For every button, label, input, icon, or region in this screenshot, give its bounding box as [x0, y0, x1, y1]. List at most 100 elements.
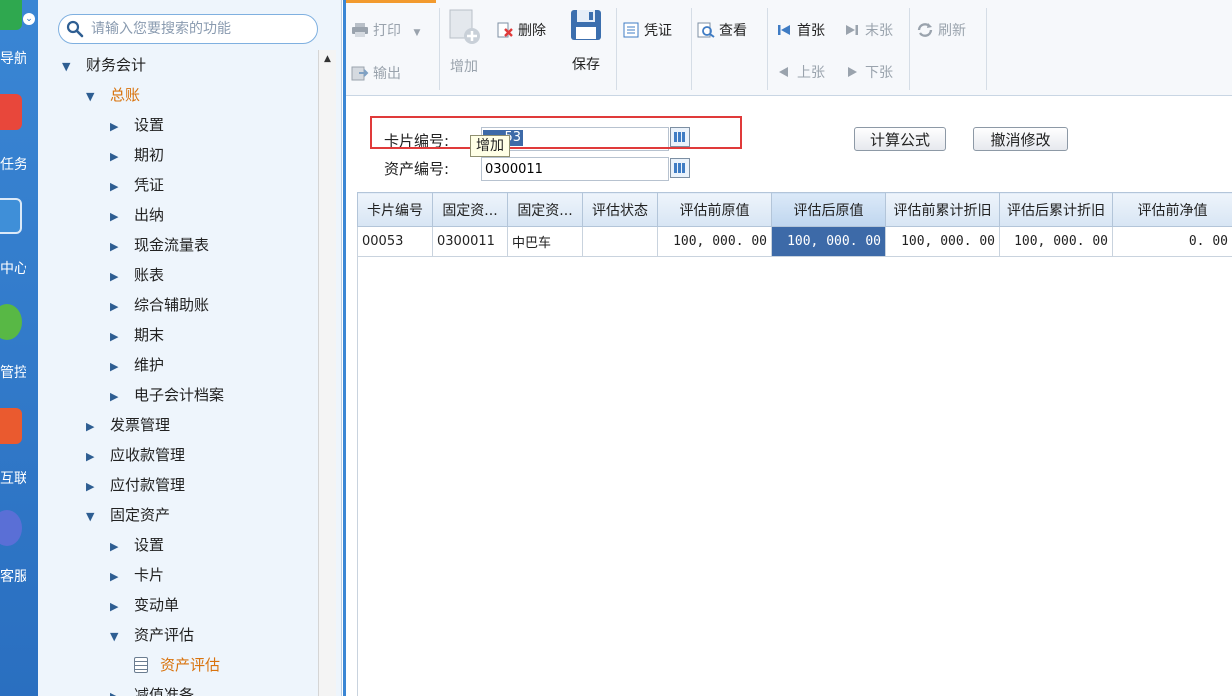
tree-scrollbar[interactable]: ▲ [318, 50, 336, 696]
table-cell[interactable]: 0. 00 [1112, 226, 1232, 257]
previous-record-button[interactable]: 上张 [775, 61, 825, 85]
chevron-right-icon[interactable]: ▶ [86, 442, 102, 472]
column-header[interactable]: 评估前原值 [657, 192, 772, 227]
column-header[interactable]: 固定资... [432, 192, 508, 227]
last-record-button[interactable]: 末张 [843, 19, 893, 43]
refresh-icon [917, 23, 933, 37]
tree-item[interactable]: ▶ 综合辅助账 [110, 290, 209, 320]
chevron-down-icon[interactable]: ⌄ [23, 13, 35, 25]
column-header[interactable]: 固定资... [507, 192, 583, 227]
last-record-icon [846, 25, 858, 35]
chevron-down-icon[interactable]: ▼ [86, 82, 102, 112]
chevron-down-icon[interactable]: ▼ [110, 622, 126, 652]
table-cell[interactable]: 100, 000. 00 [999, 226, 1113, 257]
scroll-up-icon[interactable]: ▲ [319, 50, 336, 68]
chevron-right-icon[interactable]: ▶ [110, 172, 126, 202]
calendar-grid-icon [674, 163, 686, 173]
tree-item[interactable]: ▼ 固定资产 [86, 500, 170, 530]
undo-changes-button[interactable]: 撤消修改 [973, 127, 1068, 151]
chevron-right-icon[interactable]: ▶ [110, 532, 126, 562]
view-button[interactable]: 查看 [697, 19, 747, 43]
column-header[interactable]: 评估前净值 [1112, 192, 1232, 227]
rail-item-service[interactable]: 客服 [0, 508, 38, 612]
column-header[interactable]: 卡片编号 [357, 192, 433, 227]
chevron-down-icon[interactable]: ▼ [86, 502, 102, 532]
search-icon[interactable] [66, 20, 84, 38]
next-record-button[interactable]: 下张 [843, 61, 893, 85]
chevron-right-icon[interactable]: ▶ [110, 592, 126, 622]
table-cell[interactable]: 中巴车 [507, 226, 583, 257]
tree-item[interactable]: ▶ 账表 [110, 260, 164, 290]
tree-item[interactable]: ▶ 电子会计档案 [110, 380, 224, 410]
chevron-right-icon[interactable]: ▶ [110, 232, 126, 262]
column-header[interactable]: 评估前累计折旧 [885, 192, 1000, 227]
voucher-button[interactable]: 凭证 [622, 19, 672, 43]
tree-item[interactable]: ▶ 设置 [110, 530, 164, 560]
rail-item-control[interactable]: 管控 [0, 300, 38, 404]
rail-item-connect[interactable]: 互联 [0, 404, 38, 508]
tree-item-label: 变动单 [134, 596, 180, 614]
table-row[interactable]: 00053 0300011 中巴车 100, 000. 00 100, 000. 00 1… [357, 226, 1232, 257]
tree-item[interactable]: ▶ 出纳 [110, 200, 164, 230]
table-cell[interactable] [582, 226, 658, 257]
chevron-right-icon[interactable]: ▶ [110, 262, 126, 292]
rail-item-center[interactable]: 中心 [0, 196, 38, 300]
tree-item[interactable]: ▼ 资产评估 [110, 620, 194, 650]
tree-item-label: 期末 [134, 326, 165, 344]
chevron-right-icon[interactable]: ▶ [110, 682, 126, 696]
chevron-right-icon[interactable]: ▶ [110, 292, 126, 322]
tree-item[interactable]: ▶ 发票管理 [86, 410, 170, 440]
print-button[interactable]: 打印 ▼ [351, 19, 420, 43]
calculation-formula-button[interactable]: 计算公式 [854, 127, 946, 151]
tree-item[interactable]: ▶ 变动单 [110, 590, 179, 620]
add-button[interactable]: 增加 [446, 8, 482, 76]
delete-button[interactable]: 删除 [496, 19, 546, 43]
tree-item[interactable]: ▼ 总账 [86, 80, 140, 110]
table-cell[interactable]: 100, 000. 00 [885, 226, 1000, 257]
table-cell[interactable]: 100, 000. 00 [771, 226, 886, 257]
tree-item[interactable]: ▶ 设置 [110, 110, 164, 140]
export-button[interactable]: 输出 [351, 62, 401, 86]
refresh-button[interactable]: 刷新 [916, 19, 966, 43]
rail-label: 中心 [0, 261, 26, 277]
chevron-right-icon[interactable]: ▶ [86, 472, 102, 502]
table-cell[interactable]: 100, 000. 00 [657, 226, 772, 257]
first-record-label: 首张 [797, 23, 825, 39]
chevron-down-icon[interactable]: ▼ [413, 28, 420, 38]
tree-item[interactable]: ▶ 应收款管理 [86, 440, 185, 470]
refresh-label: 刷新 [938, 23, 966, 39]
chevron-right-icon[interactable]: ▶ [110, 322, 126, 352]
chevron-right-icon[interactable]: ▶ [110, 352, 126, 382]
tree-item[interactable]: ▶ 卡片 [110, 560, 164, 590]
export-label: 输出 [373, 66, 401, 82]
tree-item[interactable]: ▶ 应付款管理 [86, 470, 185, 500]
rail-item-navigation[interactable]: ⌄ 导航 [0, 0, 38, 104]
table-cell[interactable]: 0300011 [432, 226, 508, 257]
search-input[interactable] [89, 18, 309, 40]
chevron-right-icon[interactable]: ▶ [110, 382, 126, 412]
grid-header-row: 卡片编号 固定资... 固定资... 评估状态 评估前原值 评估后原值 评估前累计折旧 评估后… [357, 192, 1232, 227]
tree-item[interactable]: ▶ 凭证 [110, 170, 164, 200]
chevron-right-icon[interactable]: ▶ [110, 112, 126, 142]
rail-item-task[interactable]: 任务 [0, 90, 38, 194]
first-record-button[interactable]: 首张 [775, 19, 825, 43]
chevron-right-icon[interactable]: ▶ [110, 142, 126, 172]
asset-number-input[interactable] [481, 157, 669, 181]
tree-item[interactable]: ▼ 财务会计 [62, 50, 146, 80]
chevron-right-icon[interactable]: ▶ [110, 202, 126, 232]
chevron-right-icon[interactable]: ▶ [86, 412, 102, 442]
chevron-right-icon[interactable]: ▶ [110, 562, 126, 592]
column-header[interactable]: 评估后原值 [771, 192, 886, 227]
tree-item[interactable]: ▶ 期末 [110, 320, 164, 350]
column-header[interactable]: 评估后累计折旧 [999, 192, 1113, 227]
tree-item[interactable]: ▶ 减值准备 [110, 680, 194, 696]
chevron-down-icon[interactable]: ▼ [62, 52, 78, 82]
column-header[interactable]: 评估状态 [582, 192, 658, 227]
save-button[interactable]: 保存 [568, 8, 604, 74]
table-cell[interactable]: 00053 [357, 226, 433, 257]
tree-item[interactable]: ▶ 维护 [110, 350, 164, 380]
tree-item[interactable]: ▶ 现金流量表 [110, 230, 209, 260]
asset-number-lookup-button[interactable] [670, 158, 690, 178]
tree-item[interactable]: ▶ 期初 [110, 140, 164, 170]
tree-item[interactable]: 资产评估 [134, 650, 220, 680]
